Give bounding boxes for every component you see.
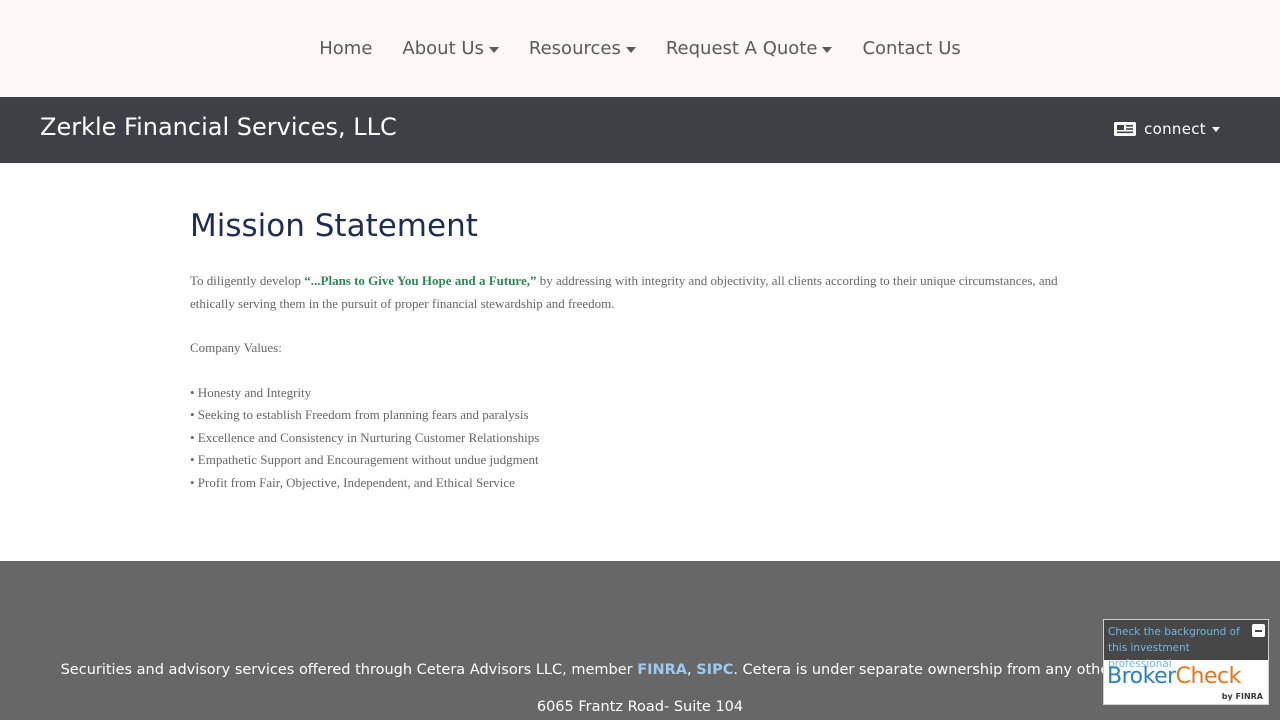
nav-item-home[interactable]: Home bbox=[304, 38, 387, 59]
brokercheck-widget[interactable]: Check the background of this investment … bbox=[1103, 619, 1269, 705]
brokercheck-logo-broker: Broker bbox=[1107, 664, 1176, 689]
disclaimer-separator: , bbox=[687, 662, 697, 678]
page-title: Mission Statement bbox=[190, 208, 478, 244]
value-item: • Empathetic Support and Encouragement w… bbox=[190, 452, 539, 467]
value-item: • Profit from Fair, Objective, Independe… bbox=[190, 474, 515, 490]
footer-address: 6065 Frantz Road- Suite 104 bbox=[536, 699, 744, 715]
connect-dropdown[interactable]: connect bbox=[1114, 120, 1220, 138]
footer-disclaimer: Securities and advisory services offered… bbox=[0, 662, 1280, 678]
nav-item-label: Home bbox=[319, 38, 373, 59]
minimize-icon[interactable] bbox=[1252, 624, 1265, 637]
brokercheck-by-finra: by FINRA bbox=[1221, 692, 1263, 701]
newspaper-icon bbox=[1114, 122, 1137, 136]
value-item: • Excellence and Consistency in Nurturin… bbox=[190, 429, 540, 445]
nav-item-label: Resources bbox=[528, 38, 621, 59]
value-item: • Honesty and Integrity bbox=[190, 384, 312, 400]
top-navigation: Home About Us Resources Request A Quote … bbox=[0, 0, 1280, 97]
brokercheck-text[interactable]: Check the background of this investment … bbox=[1104, 620, 1268, 670]
caret-down-icon bbox=[625, 46, 636, 53]
caret-down-icon bbox=[1212, 126, 1220, 132]
connect-label: connect bbox=[1144, 120, 1206, 138]
disclaimer-text: Securities and advisory services offered… bbox=[60, 662, 638, 678]
nav-item-contact-us[interactable]: Contact Us bbox=[847, 38, 975, 59]
finra-link[interactable]: FINRA bbox=[637, 662, 687, 678]
nav-list: Home About Us Resources Request A Quote … bbox=[304, 38, 976, 59]
values-heading: Company Values: bbox=[190, 340, 282, 355]
main-content: Mission Statement To diligently develop … bbox=[190, 208, 1090, 494]
nav-item-label: Contact Us bbox=[862, 38, 961, 59]
nav-item-resources[interactable]: Resources bbox=[514, 38, 651, 59]
brand-header: Zerkle Financial Services, LLC connect bbox=[0, 97, 1280, 163]
brokercheck-logo[interactable]: BrokerCheck bbox=[1107, 664, 1241, 689]
caret-down-icon bbox=[488, 46, 499, 53]
caret-down-icon bbox=[822, 46, 833, 53]
nav-item-label: About Us bbox=[402, 38, 484, 59]
brokercheck-logo-check: Check bbox=[1175, 664, 1242, 689]
nav-item-request-a-quote[interactable]: Request A Quote bbox=[651, 38, 848, 59]
site-brand[interactable]: Zerkle Financial Services, LLC bbox=[40, 113, 397, 141]
mission-paragraph: To diligently develop “...Plans to Give … bbox=[190, 270, 1090, 315]
mission-text-start: To diligently develop bbox=[190, 273, 305, 288]
site-footer: Securities and advisory services offered… bbox=[0, 561, 1280, 720]
mission-emphasis: “...Plans to Give You Hope and a Future,… bbox=[304, 273, 537, 288]
nav-item-label: Request A Quote bbox=[665, 38, 818, 59]
sipc-link[interactable]: SIPC bbox=[696, 662, 733, 678]
value-item: • Seeking to establish Freedom from plan… bbox=[190, 407, 529, 422]
nav-item-about-us[interactable]: About Us bbox=[387, 38, 514, 59]
